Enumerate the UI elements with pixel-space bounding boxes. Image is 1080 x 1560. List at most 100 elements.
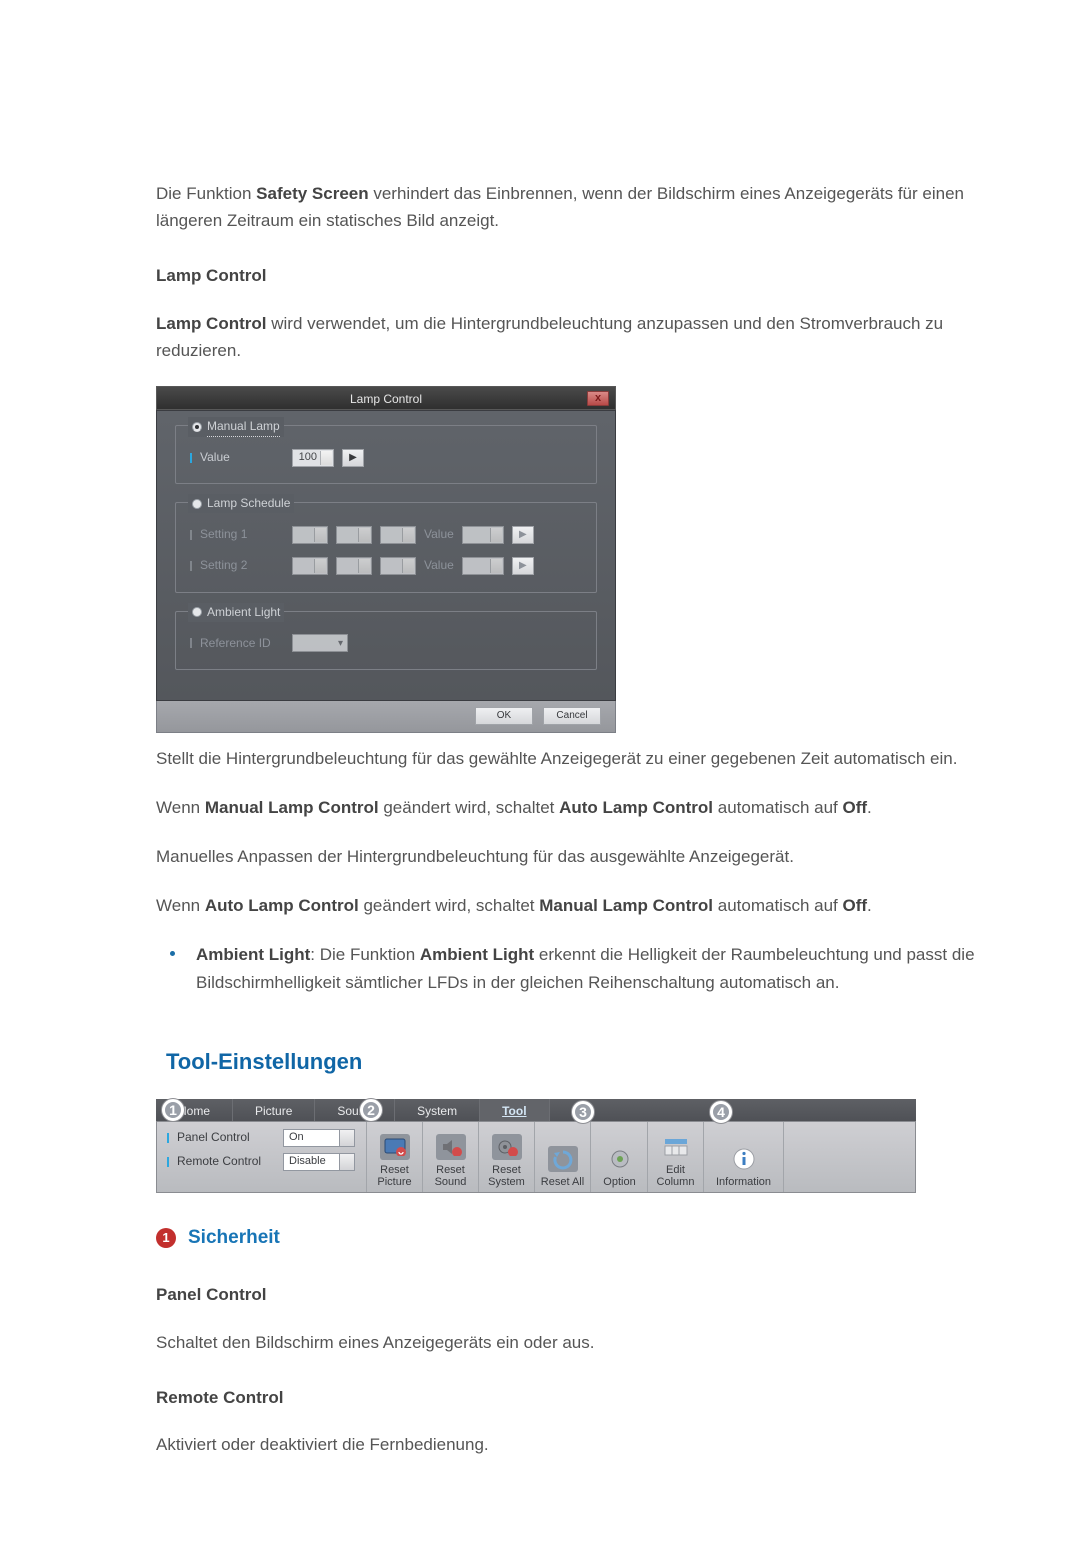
hour-stepper[interactable]: ▲▼ [292, 526, 328, 544]
text: Wenn [156, 896, 205, 915]
text-bold: Manual Lamp Control [205, 798, 379, 817]
indicator-icon [167, 1133, 169, 1143]
indicator-icon [190, 638, 192, 648]
tab-tool[interactable]: Tool [480, 1099, 549, 1121]
indicator-icon [190, 530, 192, 540]
dialog-titlebar: Lamp Control x [156, 386, 616, 410]
security-heading: 1 Sicherheit [156, 1223, 1008, 1253]
text-bold: Safety Screen [256, 184, 368, 203]
text: wird verwendet, um die Hintergrundbeleuc… [156, 314, 943, 360]
indicator-icon [190, 561, 192, 571]
badge-icon: 1 [156, 1228, 176, 1248]
reset-all-icon [548, 1146, 578, 1172]
option-icon [605, 1146, 635, 1172]
text: Wenn [156, 798, 205, 817]
value-stepper[interactable]: ▲▼ [462, 526, 504, 544]
reset-picture-button[interactable]: Reset Picture [367, 1122, 423, 1192]
group-title: Lamp Schedule [207, 494, 290, 513]
combo-value: Disable [289, 1153, 326, 1171]
icon-caption: Reset System [483, 1164, 530, 1188]
information-button[interactable]: Information [704, 1122, 784, 1192]
text: geändert wird, schaltet [379, 798, 559, 817]
callout-bubble-3: 3 [572, 1101, 594, 1123]
ampm-stepper[interactable]: ▲▼ [380, 526, 416, 544]
heading-text: Sicherheit [188, 1227, 280, 1248]
lamp-control-heading: Lamp Control [156, 262, 1008, 289]
dialog-title-text: Lamp Control [350, 392, 422, 406]
group-title: Manual Lamp [207, 417, 280, 437]
value-stepper[interactable]: ▲▼ [462, 557, 504, 575]
ambient-light-group: Ambient Light Reference ID [175, 611, 597, 670]
manual-lamp-value-stepper[interactable]: 100▲▼ [292, 449, 334, 467]
reset-all-button[interactable]: Reset All [535, 1122, 591, 1192]
text-bold: Off [842, 896, 867, 915]
radio-icon[interactable] [192, 422, 202, 432]
reset-system-button[interactable]: Reset System [479, 1122, 535, 1192]
lamp-schedule-label[interactable]: Lamp Schedule [188, 494, 294, 513]
minute-stepper[interactable]: ▲▼ [336, 557, 372, 575]
callout-bubble-1: 1 [162, 1099, 184, 1121]
lamp-control-intro: Lamp Control wird verwendet, um die Hint… [156, 310, 1008, 364]
apply-arrow-button[interactable]: ▶ [512, 526, 534, 544]
reset-sound-button[interactable]: Reset Sound [423, 1122, 479, 1192]
reset-sound-icon [436, 1134, 466, 1160]
tab-picture[interactable]: Picture [233, 1099, 315, 1121]
text: automatisch auf [713, 798, 842, 817]
tool-ribbon: Home Picture Sound System Tool Panel Con… [156, 1099, 916, 1193]
tab-system[interactable]: System [395, 1099, 480, 1121]
lamp-manual-off-paragraph: Wenn Manual Lamp Control geändert wird, … [156, 794, 1008, 821]
icon-caption: Information [716, 1176, 771, 1188]
remote-control-dropdown[interactable]: Disable▼ [283, 1153, 355, 1171]
text: Die Funktion [156, 184, 256, 203]
manual-lamp-label[interactable]: Manual Lamp [188, 417, 284, 437]
text-bold: Ambient Light [420, 945, 534, 964]
reference-id-dropdown[interactable] [292, 634, 348, 652]
reset-system-icon [492, 1134, 522, 1160]
text: geändert wird, schaltet [359, 896, 539, 915]
text-bold: Off [842, 798, 867, 817]
panel-control-description: Schaltet den Bildschirm eines Anzeigeger… [156, 1329, 1008, 1356]
icon-caption: Option [603, 1176, 635, 1188]
ambient-light-bullet: Ambient Light: Die Funktion Ambient Ligh… [160, 941, 1008, 995]
remote-control-label: Remote Control [177, 1152, 275, 1171]
callout-bubble-4: 4 [710, 1101, 732, 1123]
indicator-icon [167, 1157, 169, 1167]
option-button[interactable]: Option [592, 1122, 648, 1192]
reference-id-label: Reference ID [200, 634, 284, 653]
close-icon[interactable]: x [587, 391, 609, 406]
list-item: Ambient Light: Die Funktion Ambient Ligh… [160, 941, 1008, 995]
edit-column-button[interactable]: Edit Column [648, 1122, 704, 1192]
remote-control-description: Aktiviert oder deaktiviert die Fernbedie… [156, 1431, 1008, 1458]
lamp-control-dialog: Lamp Control x Manual Lamp Value 100▲▼ ▶… [156, 386, 616, 733]
ok-button[interactable]: OK [475, 707, 533, 725]
text: : Die Funktion [310, 945, 420, 964]
cancel-button[interactable]: Cancel [543, 707, 601, 725]
icon-caption: Reset Sound [427, 1164, 474, 1188]
reset-picture-icon [380, 1134, 410, 1160]
value-label: Value [200, 448, 284, 467]
radio-icon[interactable] [192, 607, 202, 617]
tab-sound[interactable]: Sound [315, 1099, 395, 1121]
panel-control-subheading: Panel Control [156, 1281, 1008, 1308]
callout-bubble-2: 2 [360, 1099, 382, 1121]
icon-caption: Reset Picture [371, 1164, 418, 1188]
text-bold: Auto Lamp Control [205, 896, 359, 915]
hour-stepper[interactable]: ▲▼ [292, 557, 328, 575]
lamp-after-img: Stellt die Hintergrundbeleuchtung für da… [156, 745, 1008, 772]
panel-control-dropdown[interactable]: On▼ [283, 1129, 355, 1147]
manual-lamp-group: Manual Lamp Value 100▲▼ ▶ [175, 425, 597, 484]
panel-control-label: Panel Control [177, 1128, 275, 1147]
ampm-stepper[interactable]: ▲▼ [380, 557, 416, 575]
radio-icon[interactable] [192, 499, 202, 509]
text-bold: Auto Lamp Control [559, 798, 713, 817]
text-bold: Ambient Light [196, 945, 310, 964]
ambient-light-label[interactable]: Ambient Light [188, 603, 284, 622]
safety-screen-paragraph: Die Funktion Safety Screen verhindert da… [156, 180, 1008, 234]
group-title: Ambient Light [207, 603, 280, 622]
tool-settings-heading: Tool-Einstellungen [166, 1044, 1008, 1079]
apply-arrow-button[interactable]: ▶ [512, 557, 534, 575]
apply-arrow-button[interactable]: ▶ [342, 449, 364, 467]
icon-caption: Reset All [541, 1176, 584, 1188]
text: . [867, 798, 872, 817]
minute-stepper[interactable]: ▲▼ [336, 526, 372, 544]
